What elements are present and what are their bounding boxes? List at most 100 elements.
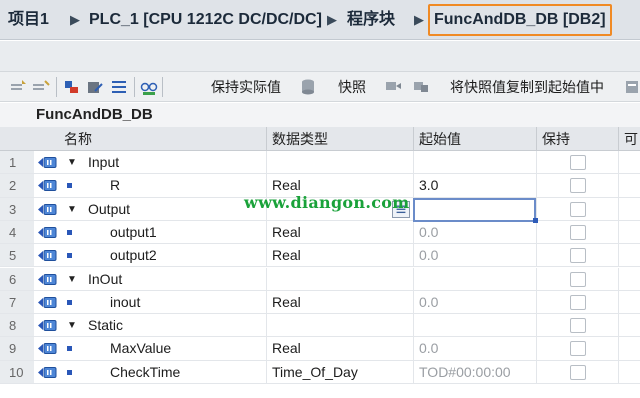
copy-snapshot-icon[interactable] xyxy=(412,78,430,96)
start-value-cell[interactable]: 0.0 xyxy=(419,291,438,313)
column-gridline xyxy=(536,151,537,174)
retain-checkbox[interactable] xyxy=(570,341,586,357)
breadcrumb-item-project[interactable]: 项目1 xyxy=(8,9,49,31)
interface-icon xyxy=(38,273,57,285)
data-type-cell[interactable]: Real xyxy=(272,291,301,313)
member-bullet-icon xyxy=(67,346,72,352)
table-header: 名称 数据类型 起始值 保持 可 xyxy=(0,127,640,151)
database-icon[interactable] xyxy=(300,78,318,96)
column-gridline xyxy=(618,314,619,337)
table-row[interactable]: 6 ▼ InOut xyxy=(0,267,640,291)
variable-name[interactable]: MaxValue xyxy=(110,337,171,359)
column-header-data-type[interactable]: 数据类型 xyxy=(266,127,328,151)
column-header-accessible[interactable]: 可 xyxy=(618,127,638,151)
retain-checkbox[interactable] xyxy=(570,178,586,194)
table-row[interactable]: 7 inout Real 0.0 xyxy=(0,290,640,315)
column-gridline xyxy=(536,244,537,267)
interface-icon xyxy=(38,157,57,168)
table-row[interactable]: 9 MaxValue Real 0.0 xyxy=(0,337,640,361)
start-value-cell[interactable]: 0.0 xyxy=(419,244,438,266)
row-number: 4 xyxy=(0,220,34,244)
collapse-toggle-icon[interactable]: ▼ xyxy=(67,204,77,215)
column-gridline xyxy=(536,360,537,383)
toolbar: 保持实际值 快照 将快照值复制到起始值中 xyxy=(0,71,640,102)
retain-checkbox[interactable] xyxy=(570,318,586,334)
retain-checkbox[interactable] xyxy=(570,155,586,170)
watermark: www.diangon.com xyxy=(244,193,410,212)
retain-checkbox[interactable] xyxy=(570,294,586,310)
breadcrumb-item-program-blocks[interactable]: 程序块 xyxy=(347,9,395,31)
start-value-editor[interactable] xyxy=(413,198,536,222)
interface-icon xyxy=(38,320,57,332)
start-value-cell[interactable]: 0.0 xyxy=(419,337,438,359)
expand-icon[interactable] xyxy=(62,78,80,96)
variable-name[interactable]: R xyxy=(110,174,120,196)
data-type-cell[interactable]: Real xyxy=(272,244,301,266)
edit-icon[interactable] xyxy=(86,78,104,96)
column-gridline xyxy=(536,290,537,314)
interface-icon xyxy=(38,180,57,192)
column-gridline xyxy=(413,314,414,337)
breadcrumb-item-plc[interactable]: PLC_1 [CPU 1212C DC/DC/DC] xyxy=(89,9,322,31)
member-bullet-icon xyxy=(67,299,72,305)
retain-checkbox[interactable] xyxy=(570,271,586,287)
column-gridline xyxy=(618,360,619,383)
row-number: 7 xyxy=(0,290,34,314)
retain-checkbox[interactable] xyxy=(570,201,586,217)
column-gridline xyxy=(413,174,414,197)
variable-name[interactable]: inout xyxy=(110,291,140,313)
row-number: 9 xyxy=(0,337,34,360)
add-row-icon[interactable] xyxy=(32,78,50,96)
column-gridline xyxy=(536,174,537,197)
column-gridline xyxy=(413,337,414,360)
section-name[interactable]: Input xyxy=(88,151,119,173)
breadcrumb-item-current-block[interactable]: FuncAndDB_DB [DB2] xyxy=(434,9,606,31)
variable-name[interactable]: output2 xyxy=(110,244,157,266)
collapse-toggle-icon[interactable]: ▼ xyxy=(67,321,77,331)
row-number: 6 xyxy=(0,267,34,290)
block-name-bar: FuncAndDB_DB xyxy=(0,103,640,127)
keep-actual-values-button[interactable]: 保持实际值 xyxy=(211,78,281,96)
toolbar-divider xyxy=(162,77,163,97)
column-gridline xyxy=(266,290,267,314)
retain-checkbox[interactable] xyxy=(570,364,586,380)
table-row[interactable]: 4 output1 Real 0.0 xyxy=(0,220,640,245)
list-icon[interactable] xyxy=(110,78,128,96)
copy-snapshot-to-start-button[interactable]: 将快照值复制到起始值中 xyxy=(450,78,604,96)
variable-name[interactable]: output1 xyxy=(110,221,157,243)
load-values-icon[interactable] xyxy=(624,78,640,96)
snapshot-icon[interactable] xyxy=(384,78,402,96)
collapse-toggle-icon[interactable]: ▼ xyxy=(67,158,77,168)
table-row[interactable]: 10 CheckTime Time_Of_Day TOD#00:00:00 xyxy=(0,360,640,384)
column-gridline xyxy=(536,314,537,337)
row-number: 5 xyxy=(0,244,34,267)
fill-handle[interactable] xyxy=(533,218,538,223)
table-row[interactable]: 1 ▼ Input xyxy=(0,151,640,175)
data-type-cell[interactable]: Real xyxy=(272,221,301,243)
start-value-cell[interactable]: TOD#00:00:00 xyxy=(419,361,511,383)
monitor-all-icon[interactable] xyxy=(140,80,158,98)
insert-row-icon[interactable] xyxy=(10,78,28,96)
retain-checkbox[interactable] xyxy=(570,224,586,240)
retain-checkbox[interactable] xyxy=(570,248,586,264)
start-value-cell[interactable]: 0.0 xyxy=(419,221,438,243)
column-gridline xyxy=(413,244,414,267)
column-gridline xyxy=(266,337,267,360)
section-name[interactable]: InOut xyxy=(88,268,122,290)
column-gridline xyxy=(536,337,537,360)
data-type-cell[interactable]: Time_Of_Day xyxy=(272,361,358,383)
collapse-toggle-icon[interactable]: ▼ xyxy=(67,274,77,285)
column-header-retain[interactable]: 保持 xyxy=(536,127,570,151)
column-header-start-value[interactable]: 起始值 xyxy=(413,127,461,151)
column-header-name[interactable]: 名称 xyxy=(58,127,92,151)
column-gridline xyxy=(618,244,619,267)
start-value-cell[interactable]: 3.0 xyxy=(419,174,438,196)
variable-name[interactable]: CheckTime xyxy=(110,361,180,383)
table-row[interactable]: 5 output2 Real 0.0 xyxy=(0,244,640,268)
section-name[interactable]: Static xyxy=(88,314,123,336)
table-row[interactable]: 8 ▼ Static xyxy=(0,314,640,338)
data-type-cell[interactable]: Real xyxy=(272,337,301,359)
column-gridline xyxy=(413,360,414,383)
snapshot-button[interactable]: 快照 xyxy=(338,78,366,96)
section-name[interactable]: Output xyxy=(88,198,130,220)
